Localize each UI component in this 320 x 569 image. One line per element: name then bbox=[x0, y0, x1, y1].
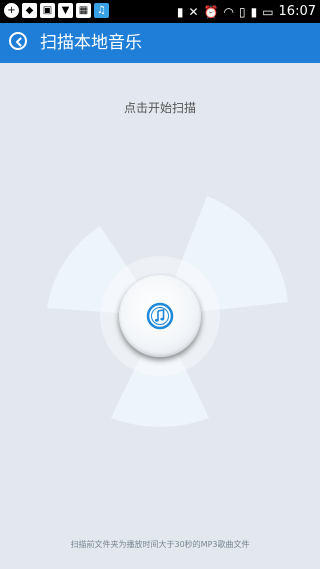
music-note-icon bbox=[146, 302, 174, 330]
header-bar: 扫描本地音乐 bbox=[0, 23, 320, 63]
status-bar: + ◆ ▣ ▼ ▦ ♫ ▮ ✕ ⏰ ◠ ▯ ▮ ▭ 16:07 bbox=[0, 0, 320, 23]
notification-icons: + ◆ ▣ ▼ ▦ ♫ bbox=[4, 3, 109, 20]
system-icons: ▮ ✕ ⏰ ◠ ▯ ▮ ▭ 16:07 bbox=[177, 2, 316, 21]
signal-bars-icon: ▮ bbox=[176, 4, 184, 19]
status-time: 16:07 bbox=[278, 4, 316, 19]
wifi-icon: ◠ bbox=[223, 4, 234, 19]
scan-prompt: 点击开始扫描 bbox=[123, 101, 196, 115]
bag-icon: ▣ bbox=[40, 3, 55, 18]
plus-icon: + bbox=[4, 3, 19, 18]
bookmark-icon: ▼ bbox=[58, 3, 73, 18]
image-icon: ▦ bbox=[76, 3, 91, 18]
signal-icon: ▮ bbox=[250, 4, 258, 19]
battery-saver-icon: ▯ bbox=[238, 4, 246, 19]
mute-icon: ✕ bbox=[188, 4, 199, 19]
battery-icon: ▭ bbox=[262, 4, 274, 19]
diamond-icon: ◆ bbox=[22, 3, 37, 18]
start-scan-button[interactable] bbox=[119, 275, 201, 357]
app-icon: ♫ bbox=[94, 3, 109, 18]
back-button[interactable] bbox=[9, 32, 27, 50]
page-title: 扫描本地音乐 bbox=[40, 33, 142, 53]
footer-note: 扫描前文件夹为播放时间大于30秒的MP3歌曲文件 bbox=[70, 540, 250, 549]
alarm-icon: ⏰ bbox=[203, 4, 219, 19]
chevron-left-icon bbox=[16, 37, 22, 47]
